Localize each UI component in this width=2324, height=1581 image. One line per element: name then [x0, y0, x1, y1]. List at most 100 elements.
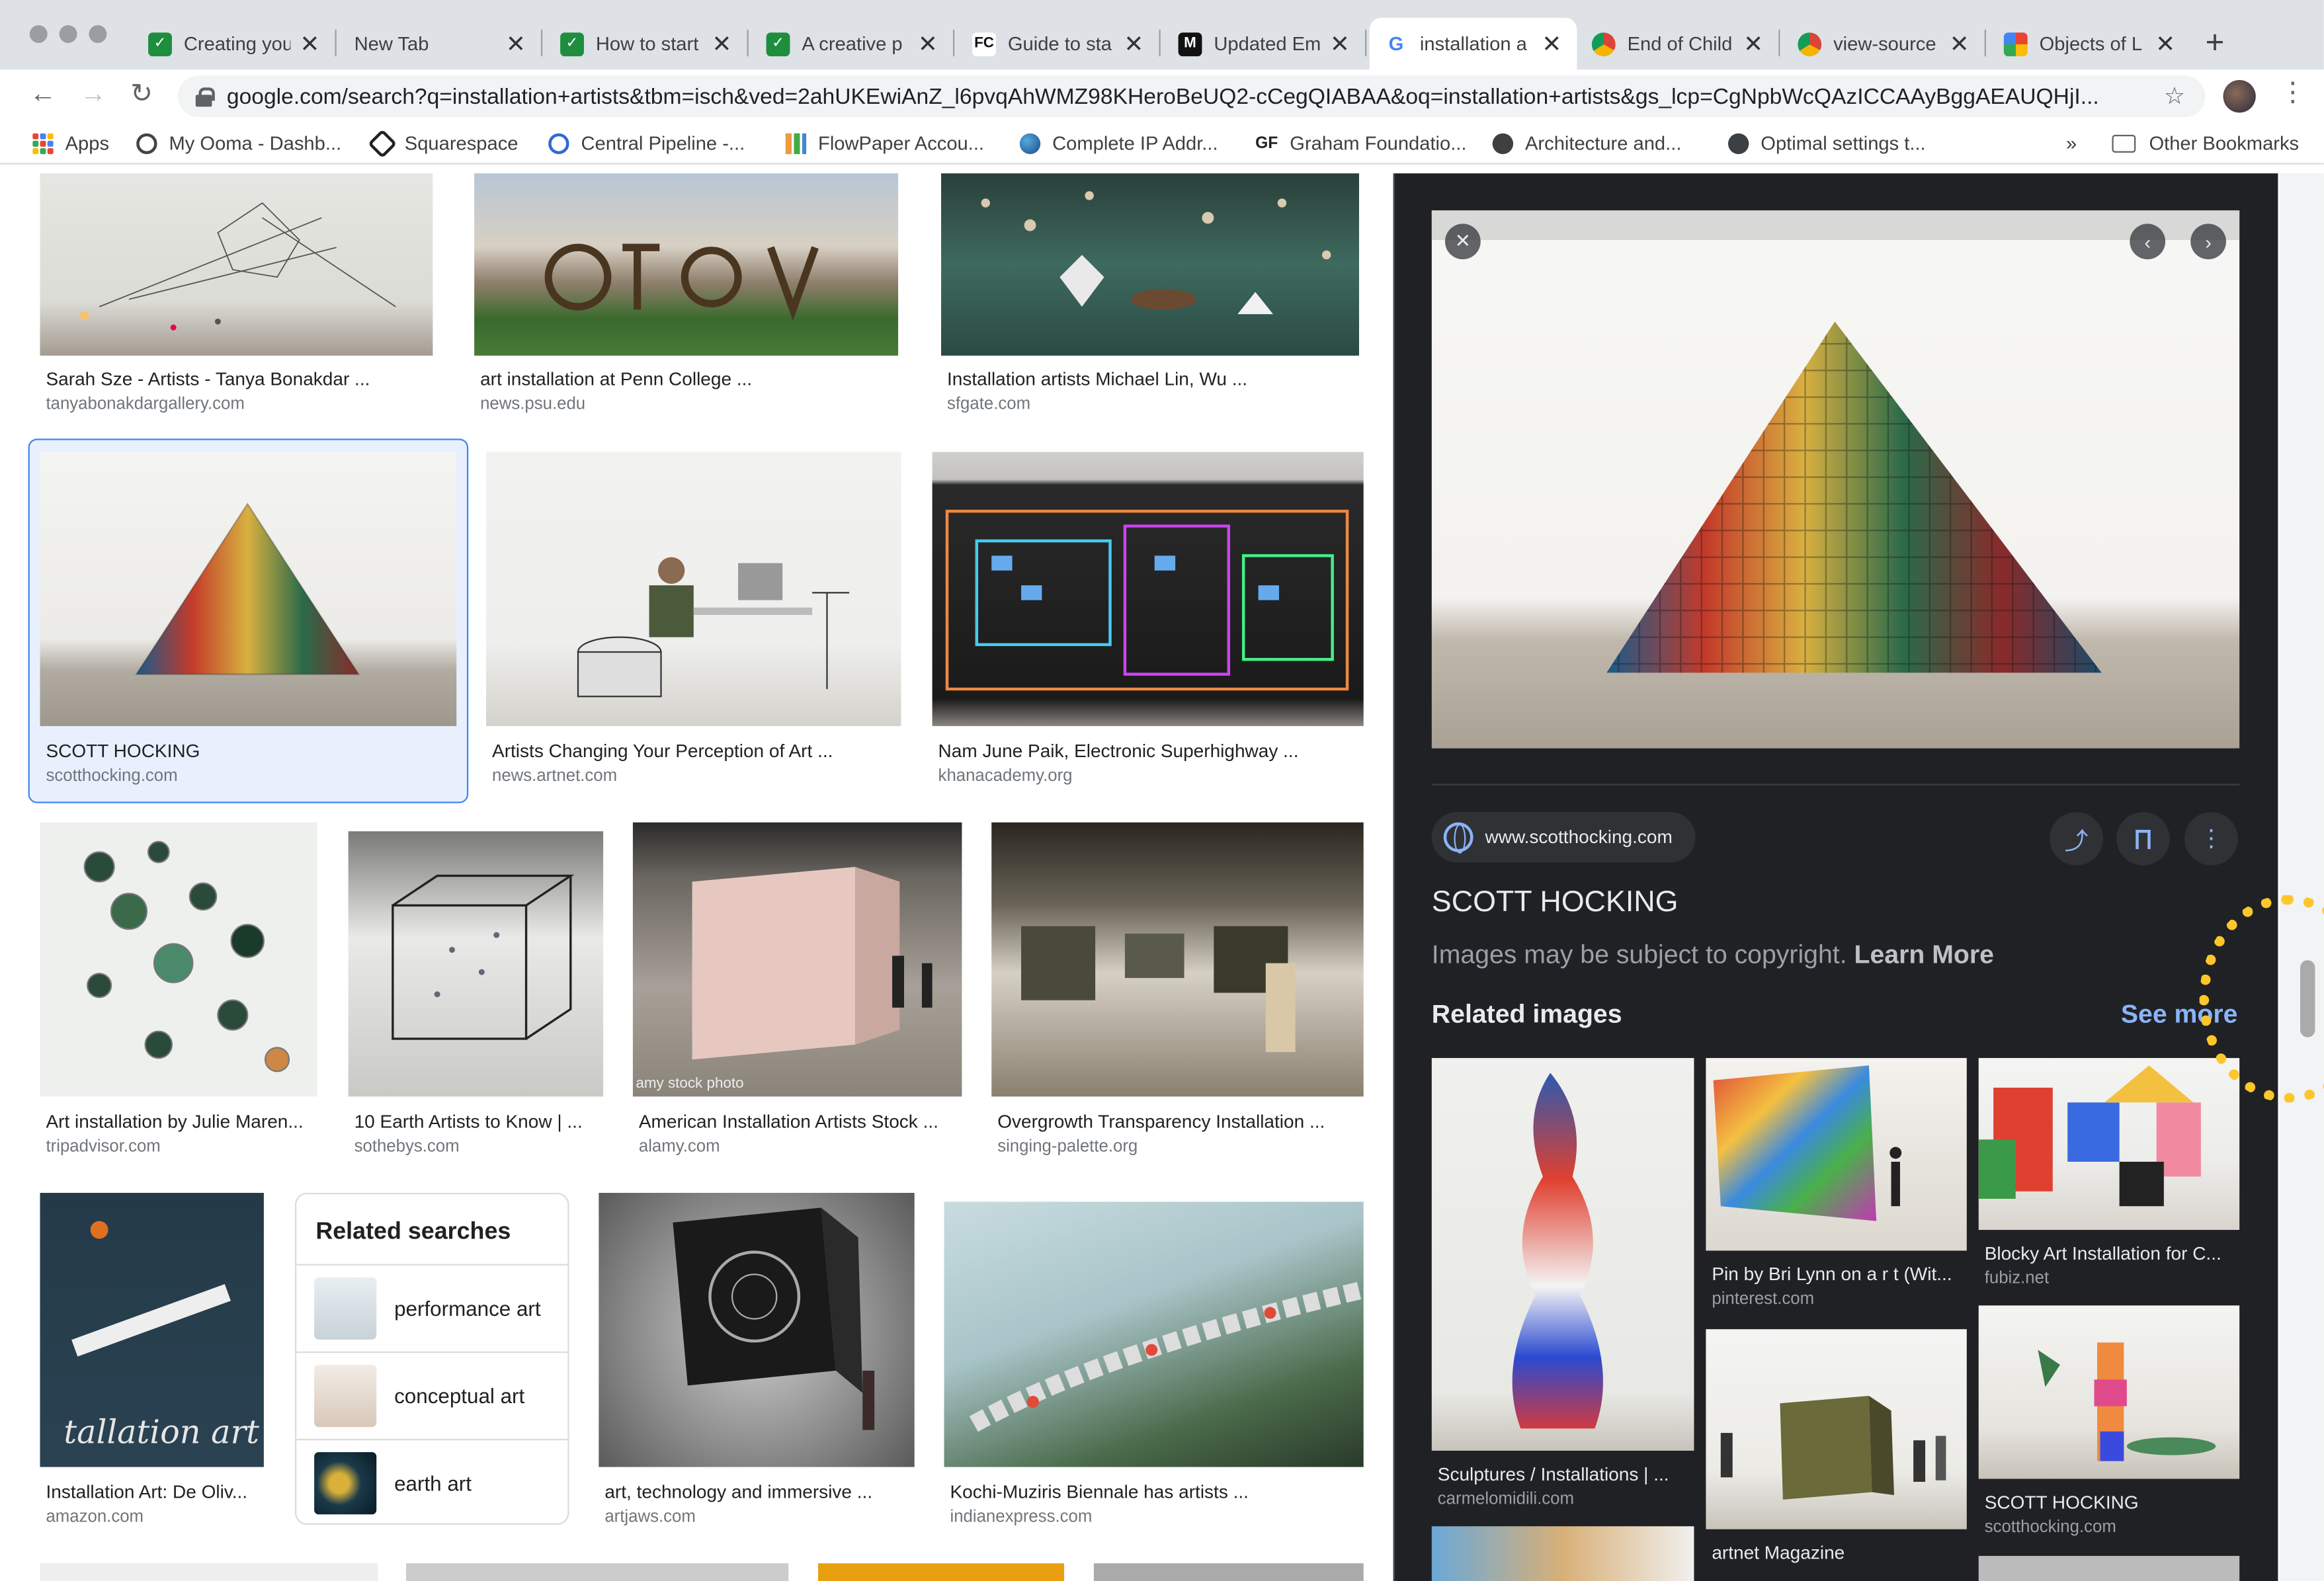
url-text[interactable]: google.com/search?q=installation+artists… [227, 84, 2206, 109]
bookmark-graham[interactable]: GF Graham Foundatio... [1255, 132, 1466, 154]
source-site-link[interactable]: www.scotthocking.com [1431, 812, 1696, 863]
close-icon[interactable]: ✕ [1124, 29, 1144, 59]
result-thumbnail[interactable] [944, 1201, 1364, 1467]
partial-related-image [1978, 1556, 2240, 1581]
result-caption[interactable]: Installation artists Michael Lin, Wu ... [947, 369, 1247, 389]
close-window-button[interactable] [29, 25, 48, 43]
previous-image-button[interactable]: ‹ [2130, 223, 2166, 260]
more-options-button[interactable]: ⋮ [2184, 812, 2238, 866]
related-image-caption[interactable]: Pin by Bri Lynn on a r t (Wit... [1712, 1264, 1952, 1285]
result-thumbnail[interactable]: amy stock photo [632, 822, 962, 1097]
close-icon[interactable]: ✕ [1743, 29, 1763, 59]
bookmarks-overflow-button[interactable]: » [2066, 132, 2077, 154]
result-caption[interactable]: Art installation by Julie Maren... [46, 1112, 303, 1132]
forward-arrow-icon[interactable]: → [80, 79, 106, 110]
result-caption[interactable]: Artists Changing Your Perception of Art … [492, 741, 833, 762]
result-caption[interactable]: Installation Art: De Oliv... [46, 1482, 247, 1502]
tab-guide[interactable]: FC Guide to sta ✕ [958, 18, 1161, 69]
new-tab-button[interactable]: + [2206, 24, 2225, 62]
result-caption[interactable]: art installation at Penn College ... [480, 369, 752, 389]
related-image-thumbnail[interactable] [1706, 1329, 1967, 1529]
bookmark-squarespace[interactable]: Squarespace [367, 128, 519, 158]
close-preview-button[interactable]: ✕ [1444, 223, 1481, 260]
save-button[interactable] [2116, 812, 2170, 866]
result-thumbnail[interactable] [941, 173, 1359, 356]
related-search-item[interactable]: conceptual art [296, 1351, 568, 1438]
related-image-caption[interactable]: artnet Magazine [1712, 1543, 1845, 1563]
close-icon[interactable]: ✕ [300, 29, 320, 59]
related-image-domain: pinterest.com [1712, 1290, 1815, 1309]
bookmark-complete-ip[interactable]: Complete IP Addr... [1019, 132, 1218, 154]
close-icon[interactable]: ✕ [505, 29, 526, 59]
learn-more-link[interactable]: Learn More [1854, 940, 1994, 969]
preview-image[interactable] [1431, 210, 2240, 749]
related-image-thumbnail[interactable] [1431, 1058, 1694, 1451]
tab-new-tab[interactable]: New Tab ✕ [339, 18, 543, 69]
result-thumbnail[interactable] [599, 1193, 915, 1467]
result-caption[interactable]: Overgrowth Transparency Installation ... [997, 1112, 1325, 1132]
result-thumbnail[interactable] [486, 452, 901, 727]
related-image-caption[interactable]: Blocky Art Installation for C... [1985, 1243, 2221, 1264]
browser-menu-icon[interactable]: ⋮ [2280, 77, 2306, 108]
minimize-window-button[interactable] [59, 25, 77, 43]
drummer-image [577, 557, 850, 698]
related-search-item[interactable]: performance art [296, 1264, 568, 1350]
close-icon[interactable]: ✕ [1542, 29, 1562, 59]
result-thumbnail[interactable] [40, 173, 433, 356]
result-caption[interactable]: art, technology and immersive ... [604, 1482, 872, 1502]
next-image-button[interactable]: › [2190, 223, 2226, 260]
globe-icon [1019, 132, 1041, 153]
bookmark-icon [2136, 829, 2151, 848]
reload-icon[interactable]: ↻ [130, 79, 153, 110]
address-bar[interactable]: google.com/search?q=installation+artists… [177, 75, 2206, 118]
tab-creating[interactable]: ✓ Creating your ✕ [134, 18, 337, 69]
close-icon[interactable]: ✕ [1949, 29, 1970, 59]
tab-medium[interactable]: M Updated Em ✕ [1163, 18, 1367, 69]
tab-creative[interactable]: ✓ A creative p ✕ [751, 18, 955, 69]
related-image-caption[interactable]: Sculptures / Installations | ... [1438, 1464, 1669, 1484]
bookmark-optimal-settings[interactable]: Optimal settings t... [1728, 132, 1926, 154]
back-arrow-icon[interactable]: ← [30, 79, 56, 110]
related-image-thumbnail[interactable] [1978, 1305, 2240, 1479]
bookmark-central-pipeline[interactable]: Central Pipeline -... [548, 132, 745, 154]
tab-view-source[interactable]: view-source ✕ [1783, 18, 1986, 69]
related-search-item[interactable]: earth art [296, 1439, 568, 1525]
result-thumbnail[interactable] [348, 831, 604, 1097]
star-bookmark-icon[interactable]: ☆ [2164, 81, 2185, 111]
bookmark-ooma[interactable]: My Ooma - Dashb... [136, 132, 341, 154]
share-button[interactable]: ⤴ [2050, 812, 2103, 866]
preview-title[interactable]: SCOTT HOCKING [1432, 886, 1679, 920]
profile-avatar[interactable] [2223, 80, 2256, 113]
maximize-window-button[interactable] [89, 25, 107, 43]
bookmark-architecture[interactable]: Architecture and... [1492, 132, 1681, 154]
globe-icon [1443, 822, 1473, 854]
related-image-thumbnail[interactable] [1978, 1058, 2240, 1231]
result-caption[interactable]: Sarah Sze - Artists - Tanya Bonakdar ... [46, 369, 370, 389]
tab-end-of-child[interactable]: End of Child ✕ [1577, 18, 1780, 69]
result-thumbnail[interactable] [932, 452, 1364, 727]
result-caption[interactable]: SCOTT HOCKING [46, 741, 200, 762]
result-thumbnail[interactable] [474, 173, 899, 356]
tab-how-to-start[interactable]: ✓ How to start ✕ [546, 18, 749, 69]
result-thumbnail[interactable] [40, 452, 457, 727]
close-icon[interactable]: ✕ [712, 29, 732, 59]
tab-title: Creating your [183, 32, 291, 55]
page-scrollbar[interactable] [2279, 173, 2324, 1581]
close-icon[interactable]: ✕ [1329, 29, 1350, 59]
result-caption[interactable]: Kochi-Muziris Biennale has artists ... [950, 1482, 1248, 1502]
result-caption[interactable]: 10 Earth Artists to Know | ... [354, 1112, 583, 1132]
result-caption[interactable]: Nam June Paik, Electronic Superhighway .… [938, 741, 1299, 762]
related-image-caption[interactable]: SCOTT HOCKING [1985, 1492, 2139, 1513]
result-thumbnail[interactable] [991, 822, 1364, 1097]
close-icon[interactable]: ✕ [917, 29, 938, 59]
bookmark-flowpaper[interactable]: FlowPaper Accou... [785, 132, 984, 154]
result-thumbnail[interactable]: tallation art [40, 1193, 264, 1467]
close-icon[interactable]: ✕ [2155, 29, 2175, 59]
tab-objects[interactable]: Objects of L ✕ [1989, 18, 2190, 69]
result-caption[interactable]: American Installation Artists Stock ... [639, 1112, 938, 1132]
related-image-thumbnail[interactable] [1706, 1058, 1967, 1251]
bookmark-apps[interactable]: Apps [32, 132, 109, 154]
result-thumbnail[interactable] [40, 822, 317, 1097]
tab-installation-active[interactable]: G installation a ✕ [1369, 17, 1577, 70]
other-bookmarks[interactable]: Other Bookmarks [2112, 132, 2299, 154]
